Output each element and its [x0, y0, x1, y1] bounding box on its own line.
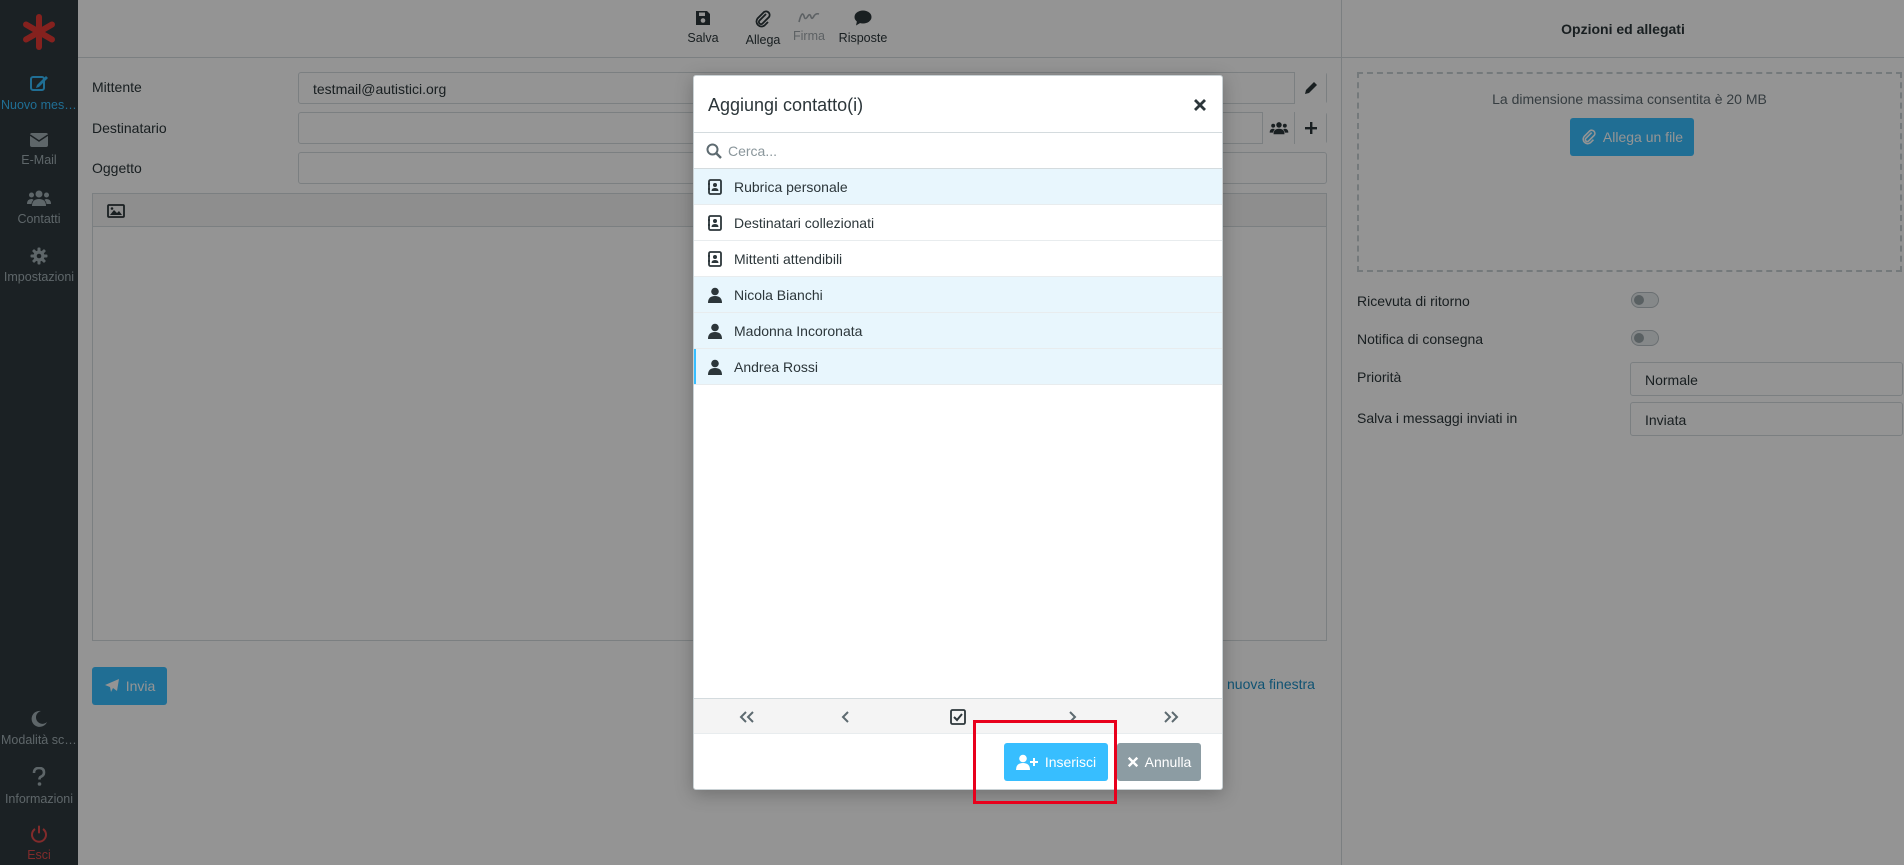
insert-button[interactable]: Inserisci [1004, 743, 1108, 781]
double-chevron-left-icon [739, 711, 754, 723]
close-icon [1127, 756, 1138, 768]
list-item-contact[interactable]: Madonna Incoronata [694, 313, 1222, 349]
list-item-label: Destinatari collezionati [734, 214, 875, 231]
list-item-label: Madonna Incoronata [734, 322, 863, 339]
list-item-label: Andrea Rossi [734, 358, 819, 375]
insert-button-label: Inserisci [1044, 754, 1097, 770]
list-item-addressbook-collected[interactable]: Destinatari collezionati [694, 205, 1222, 241]
chevron-left-icon [841, 711, 849, 723]
addressbook-icon [708, 250, 722, 267]
last-page-button[interactable] [1161, 708, 1181, 726]
checkbox-checked-icon [950, 709, 966, 725]
list-item-label: Nicola Bianchi [734, 286, 823, 303]
dialog-footer: Inserisci Annulla [694, 734, 1222, 791]
person-icon [708, 323, 722, 339]
dialog-title: Aggiungi contatto(i) [708, 95, 864, 115]
previous-page-button[interactable] [836, 708, 856, 726]
list-item-label: Rubrica personale [734, 178, 848, 195]
contact-search-input[interactable] [728, 139, 1208, 163]
contact-list: Rubrica personale Destinatari colleziona… [694, 169, 1222, 385]
cancel-button-label: Annulla [1144, 754, 1192, 770]
list-item-contact[interactable]: Andrea Rossi [694, 349, 1222, 385]
dialog-close-button[interactable] [1188, 93, 1212, 117]
add-contacts-dialog: Aggiungi contatto(i) Rubrica personale D… [693, 75, 1223, 790]
next-page-button[interactable] [1062, 708, 1082, 726]
select-all-button[interactable] [948, 708, 968, 726]
dialog-header: Aggiungi contatto(i) [694, 76, 1222, 133]
list-item-addressbook-trusted[interactable]: Mittenti attendibili [694, 241, 1222, 277]
person-icon [708, 359, 722, 375]
list-item-contact[interactable]: Nicola Bianchi [694, 277, 1222, 313]
contact-search [694, 133, 1222, 169]
search-icon [706, 143, 722, 159]
double-chevron-right-icon [1164, 711, 1179, 723]
first-page-button[interactable] [737, 708, 757, 726]
cancel-button[interactable]: Annulla [1117, 743, 1201, 781]
list-pagination [694, 698, 1222, 734]
person-icon [708, 287, 722, 303]
addressbook-icon [708, 214, 722, 231]
list-item-label: Mittenti attendibili [734, 250, 843, 267]
addressbook-icon [708, 178, 722, 195]
close-icon [1194, 99, 1206, 111]
chevron-right-icon [1069, 711, 1077, 723]
list-item-addressbook-personal[interactable]: Rubrica personale [694, 169, 1222, 205]
user-plus-icon [1015, 754, 1038, 770]
